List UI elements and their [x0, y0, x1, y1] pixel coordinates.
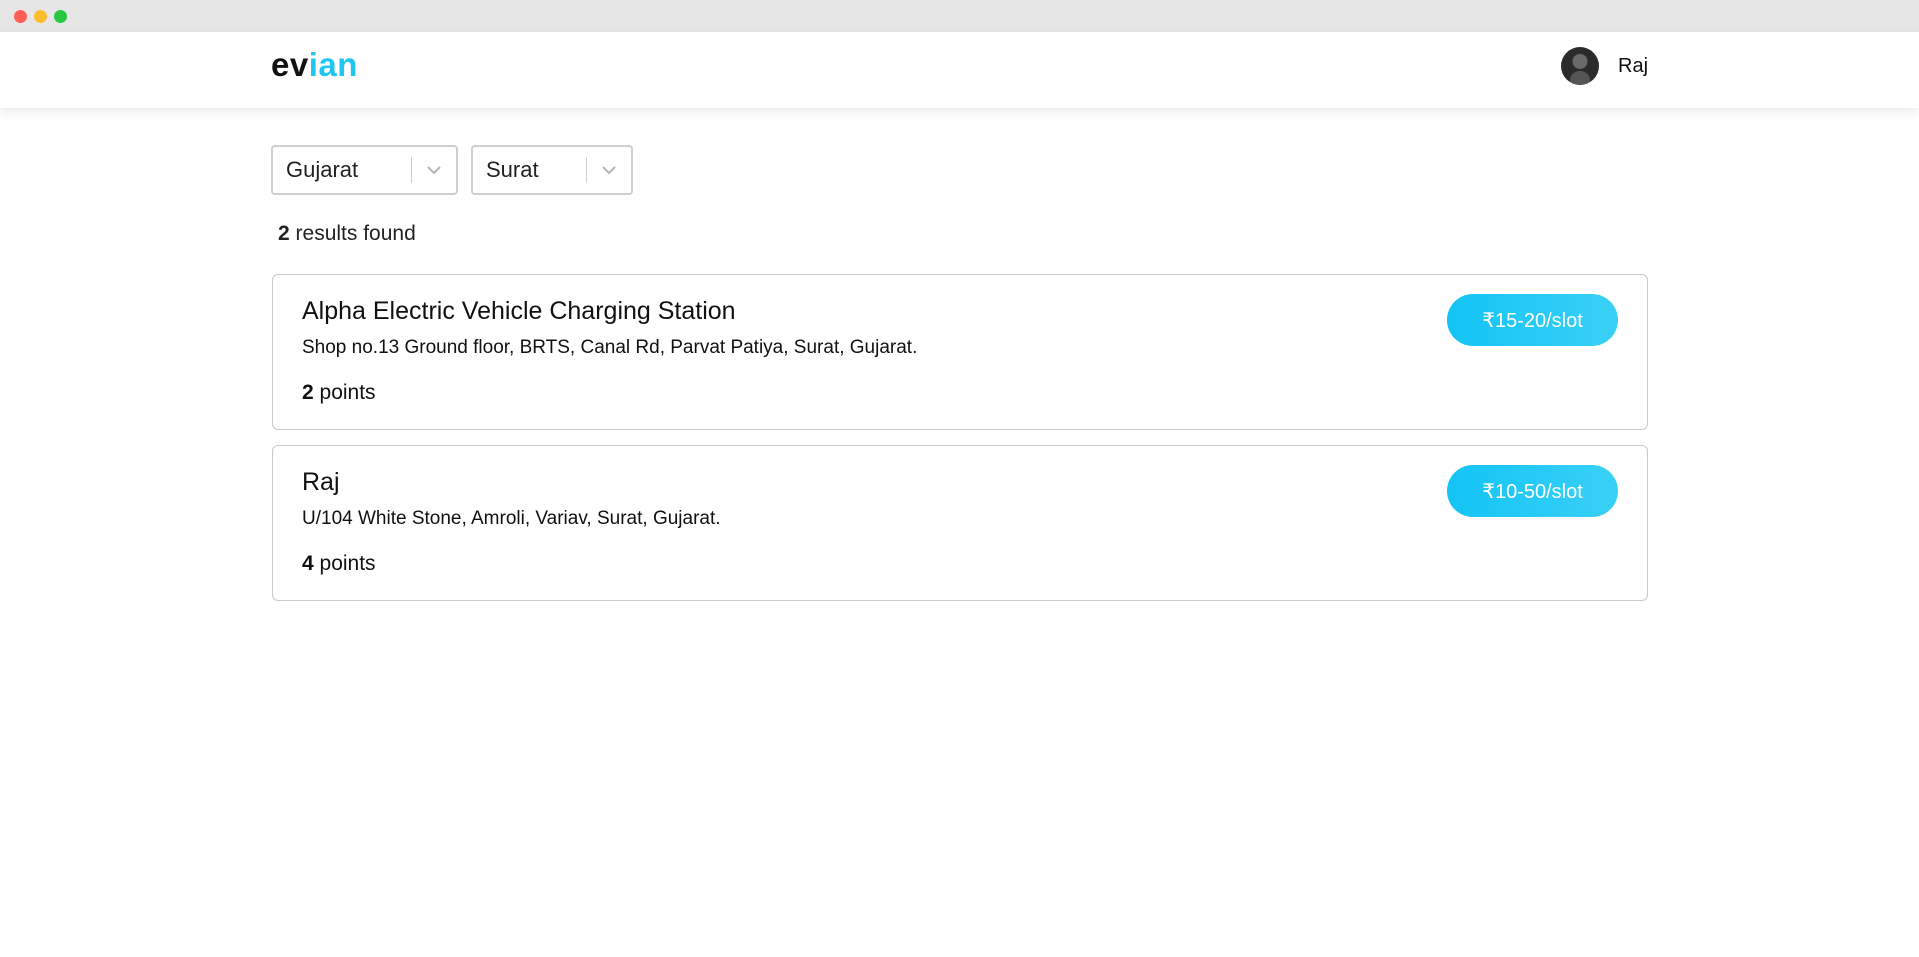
logo-text-ian: ian	[308, 46, 358, 83]
points-label: points	[313, 381, 376, 404]
user-name: Raj	[1618, 54, 1649, 77]
station-points: 2 points	[302, 381, 376, 405]
window-titlebar	[0, 0, 1919, 32]
chevron-down-icon[interactable]	[587, 165, 631, 175]
results-label: results found	[289, 222, 416, 245]
station-points: 4 points	[302, 552, 376, 576]
state-select-value: Gujarat	[286, 157, 359, 182]
points-count: 4	[302, 552, 314, 575]
minimize-window-button[interactable]	[34, 10, 47, 23]
city-select-value: Surat	[486, 157, 539, 182]
maximize-window-button[interactable]	[54, 10, 67, 23]
station-card[interactable]: Alpha Electric Vehicle Charging Station …	[272, 274, 1648, 430]
points-label: points	[313, 552, 376, 575]
user-menu[interactable]: Raj	[1561, 47, 1648, 85]
city-select[interactable]: Surat	[471, 145, 633, 195]
location-filters: Gujarat Surat	[271, 145, 633, 195]
price-button[interactable]: ₹10-50/slot	[1447, 465, 1618, 517]
chevron-down-icon[interactable]	[412, 165, 456, 175]
price-button[interactable]: ₹15-20/slot	[1447, 294, 1618, 346]
points-count: 2	[302, 381, 314, 404]
station-address: U/104 White Stone, Amroli, Variav, Surat…	[302, 508, 721, 529]
state-select[interactable]: Gujarat	[271, 145, 458, 195]
evian-logo[interactable]: evian	[271, 46, 358, 84]
station-card[interactable]: Raj U/104 White Stone, Amroli, Variav, S…	[272, 445, 1648, 601]
top-navbar: evian Raj	[0, 32, 1919, 108]
station-name: Raj	[302, 468, 340, 496]
results-count: 2 results found	[278, 222, 416, 246]
station-name: Alpha Electric Vehicle Charging Station	[302, 297, 736, 325]
close-window-button[interactable]	[14, 10, 27, 23]
logo-text-ev: ev	[271, 46, 309, 83]
avatar[interactable]	[1561, 47, 1599, 85]
station-address: Shop no.13 Ground floor, BRTS, Canal Rd,…	[302, 337, 918, 358]
results-number: 2	[278, 222, 290, 245]
